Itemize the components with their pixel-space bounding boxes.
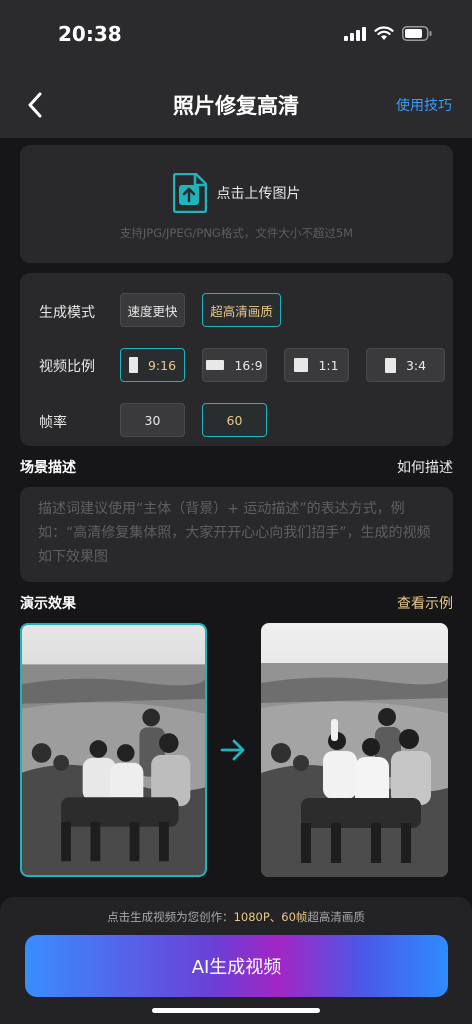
ratio-option-16-9[interactable]: 16:9 [202, 348, 267, 382]
generate-button-label: AI生成视频 [191, 957, 282, 978]
upload-area[interactable]: 点击上传图片 支持JPG/JPEG/PNG格式，文件大小不超过5M [20, 145, 453, 263]
demo-photo-after [261, 623, 448, 877]
upload-label: 点击上传图片 [216, 186, 301, 202]
scene-description-box [20, 487, 453, 582]
square-ratio-icon [294, 358, 309, 372]
old-group-photo-image [22, 625, 205, 875]
upload-row: 点击上传图片 [20, 173, 453, 213]
fps-option-60[interactable]: 60 [202, 403, 267, 437]
ratio-option-label: 9:16 [147, 357, 177, 373]
scene-description-input[interactable] [38, 497, 435, 572]
restored-group-photo-image [261, 623, 448, 877]
note-prefix: 点击生成视频为您创作： [107, 910, 234, 924]
mode-option-ultra-hd[interactable]: 超高清画质 [202, 293, 281, 327]
ratio-label: 视频比例 [39, 359, 95, 375]
fps-option-label: 30 [144, 412, 161, 428]
ratio-option-1-1[interactable]: 1:1 [284, 348, 349, 382]
scene-header: 场景描述 如何描述 [20, 457, 453, 477]
status-bar: 20:38 [0, 0, 472, 70]
generation-note: 点击生成视频为您创作：1080P、60帧超高清画质 [0, 909, 472, 925]
fps-label: 帧率 [39, 415, 67, 431]
mode-option-label: 速度更快 [127, 303, 178, 319]
ai-generate-video-button[interactable]: AI生成视频 [25, 935, 448, 997]
usage-tips-link[interactable]: 使用技巧 [396, 95, 452, 115]
wifi-icon [374, 26, 394, 40]
fps-option-30[interactable]: 30 [120, 403, 185, 437]
ratio-option-label: 3:4 [405, 357, 427, 373]
upload-image-icon [172, 173, 207, 213]
arrow-right-icon [220, 739, 245, 761]
status-icons [344, 26, 432, 41]
mode-option-fast[interactable]: 速度更快 [120, 293, 185, 327]
demo-photo-before [20, 623, 207, 877]
ratio-option-label: 16:9 [234, 357, 263, 373]
note-highlight: 1080P、60帧 [233, 910, 308, 924]
scene-title: 场景描述 [20, 460, 76, 476]
status-time: 20:38 [58, 22, 122, 46]
home-indicator [152, 1008, 320, 1013]
demo-title: 演示效果 [20, 596, 76, 612]
demo-header: 演示效果 查看示例 [20, 593, 453, 613]
ratio-option-label: 1:1 [318, 357, 339, 373]
ratio-option-3-4[interactable]: 3:4 [366, 348, 445, 382]
fps-option-label: 60 [226, 412, 243, 428]
landscape-ratio-icon [206, 360, 225, 370]
signal-icon [344, 26, 366, 41]
mode-option-label: 超高清画质 [210, 303, 273, 319]
note-suffix: 超高清画质 [307, 910, 365, 924]
nav-bar: 照片修复高清 使用技巧 [0, 70, 472, 138]
upload-hint: 支持JPG/JPEG/PNG格式，文件大小不超过5M [119, 226, 354, 240]
view-example-link[interactable]: 查看示例 [397, 593, 453, 613]
bottom-action-bar: 点击生成视频为您创作：1080P、60帧超高清画质 AI生成视频 [0, 897, 472, 1024]
battery-icon [402, 26, 432, 41]
settings-panel: 生成模式 速度更快 超高清画质 视频比例 9:16 16:9 1:1 3:4 帧… [20, 273, 453, 446]
how-to-describe-link[interactable]: 如何描述 [397, 457, 453, 477]
mode-label: 生成模式 [39, 305, 95, 321]
ratio-option-9-16[interactable]: 9:16 [120, 348, 185, 382]
portrait-3-4-ratio-icon [384, 357, 396, 373]
portrait-ratio-icon [128, 357, 138, 373]
